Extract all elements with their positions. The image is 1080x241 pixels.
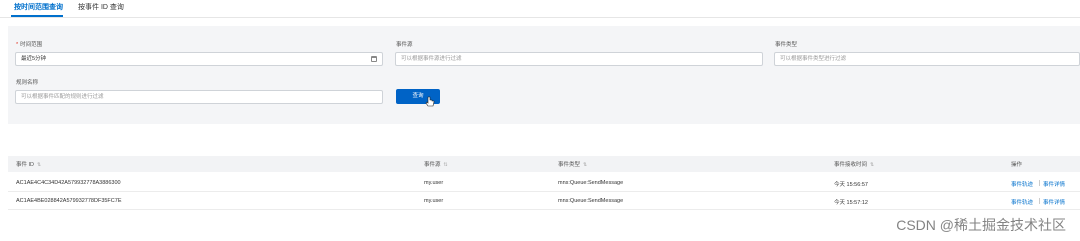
cell-event-id: AC1AE4BE028842A579932778DF35FC7E <box>16 198 122 204</box>
column-event-id-label: 事件 ID <box>16 162 35 168</box>
column-actions: 操作 <box>1011 162 1023 168</box>
time-range-value: 最近5分钟 <box>21 56 47 62</box>
action-divider <box>1039 180 1040 186</box>
column-event-source-label: 事件源 <box>424 162 441 168</box>
event-type-label: 事件类型 <box>775 42 798 48</box>
query-tabs: 按时间范围查询 按事件 ID 查询 <box>0 0 1080 18</box>
action-divider <box>1039 198 1040 204</box>
cell-receive-time: 今天 15:57:12 <box>834 200 868 206</box>
hand-cursor-icon <box>425 96 435 107</box>
table-row: AC1AE4C4C34D42A579932778A3886300 my.user… <box>8 174 1080 192</box>
tab-event-id[interactable]: 按事件 ID 查询 <box>78 2 124 12</box>
cell-event-source: my.user <box>424 198 444 204</box>
event-type-input[interactable]: 可以根据事件类型进行过滤 <box>774 52 1080 66</box>
event-source-input[interactable]: 可以根据事件源进行过滤 <box>395 52 763 66</box>
watermark: CSDN @稀土掘金技术社区 <box>896 217 1066 233</box>
table-header: 事件 ID ⇅ 事件源 ⇅ 事件类型 ⇅ 事件接收时间 ⇅ 操作 <box>8 156 1080 172</box>
tab-time-range[interactable]: 按时间范围查询 <box>14 2 63 12</box>
required-mark: * <box>16 42 19 48</box>
event-type-placeholder: 可以根据事件类型进行过滤 <box>780 56 847 62</box>
cell-receive-time: 今天 15:56:57 <box>834 182 868 188</box>
column-receive-time-label: 事件接收时间 <box>834 162 868 168</box>
event-detail-link[interactable]: 事件详情 <box>1043 198 1065 206</box>
column-event-id[interactable]: 事件 ID ⇅ <box>16 160 41 168</box>
column-event-type-label: 事件类型 <box>558 162 581 168</box>
event-trace-link[interactable]: 事件轨迹 <box>1011 180 1033 188</box>
event-source-label: 事件源 <box>396 42 413 48</box>
cell-event-source: my.user <box>424 180 444 186</box>
event-detail-link[interactable]: 事件详情 <box>1043 180 1065 188</box>
time-range-label: * 时间范围 <box>16 40 42 48</box>
active-tab-indicator <box>11 15 63 17</box>
filter-panel <box>8 26 1080 124</box>
cell-event-id: AC1AE4C4C34D42A579932778A3886300 <box>16 180 121 186</box>
sort-icon[interactable]: ⇅ <box>444 162 448 168</box>
event-source-placeholder: 可以根据事件源进行过滤 <box>401 56 462 62</box>
column-receive-time[interactable]: 事件接收时间 ⇅ <box>834 160 874 168</box>
event-trace-link[interactable]: 事件轨迹 <box>1011 198 1033 206</box>
sort-icon[interactable]: ⇅ <box>583 162 587 168</box>
time-range-label-text: 时间范围 <box>20 42 43 48</box>
rule-name-label: 规则名称 <box>16 80 39 86</box>
sort-icon[interactable]: ⇅ <box>37 162 41 168</box>
sort-icon[interactable]: ⇅ <box>870 162 874 168</box>
table-row: AC1AE4BE028842A579932778DF35FC7E my.user… <box>8 192 1080 210</box>
rule-name-placeholder: 可以根据事件匹配的规则进行过滤 <box>21 94 104 100</box>
time-range-select[interactable]: 最近5分钟 <box>15 52 383 66</box>
calendar-icon[interactable] <box>371 56 377 62</box>
column-event-type[interactable]: 事件类型 ⇅ <box>558 160 587 168</box>
column-event-source[interactable]: 事件源 ⇅ <box>424 160 448 168</box>
cell-event-type: mns:Queue:SendMessage <box>558 198 624 204</box>
cell-event-type: mns:Queue:SendMessage <box>558 180 624 186</box>
rule-name-input[interactable]: 可以根据事件匹配的规则进行过滤 <box>15 90 383 104</box>
